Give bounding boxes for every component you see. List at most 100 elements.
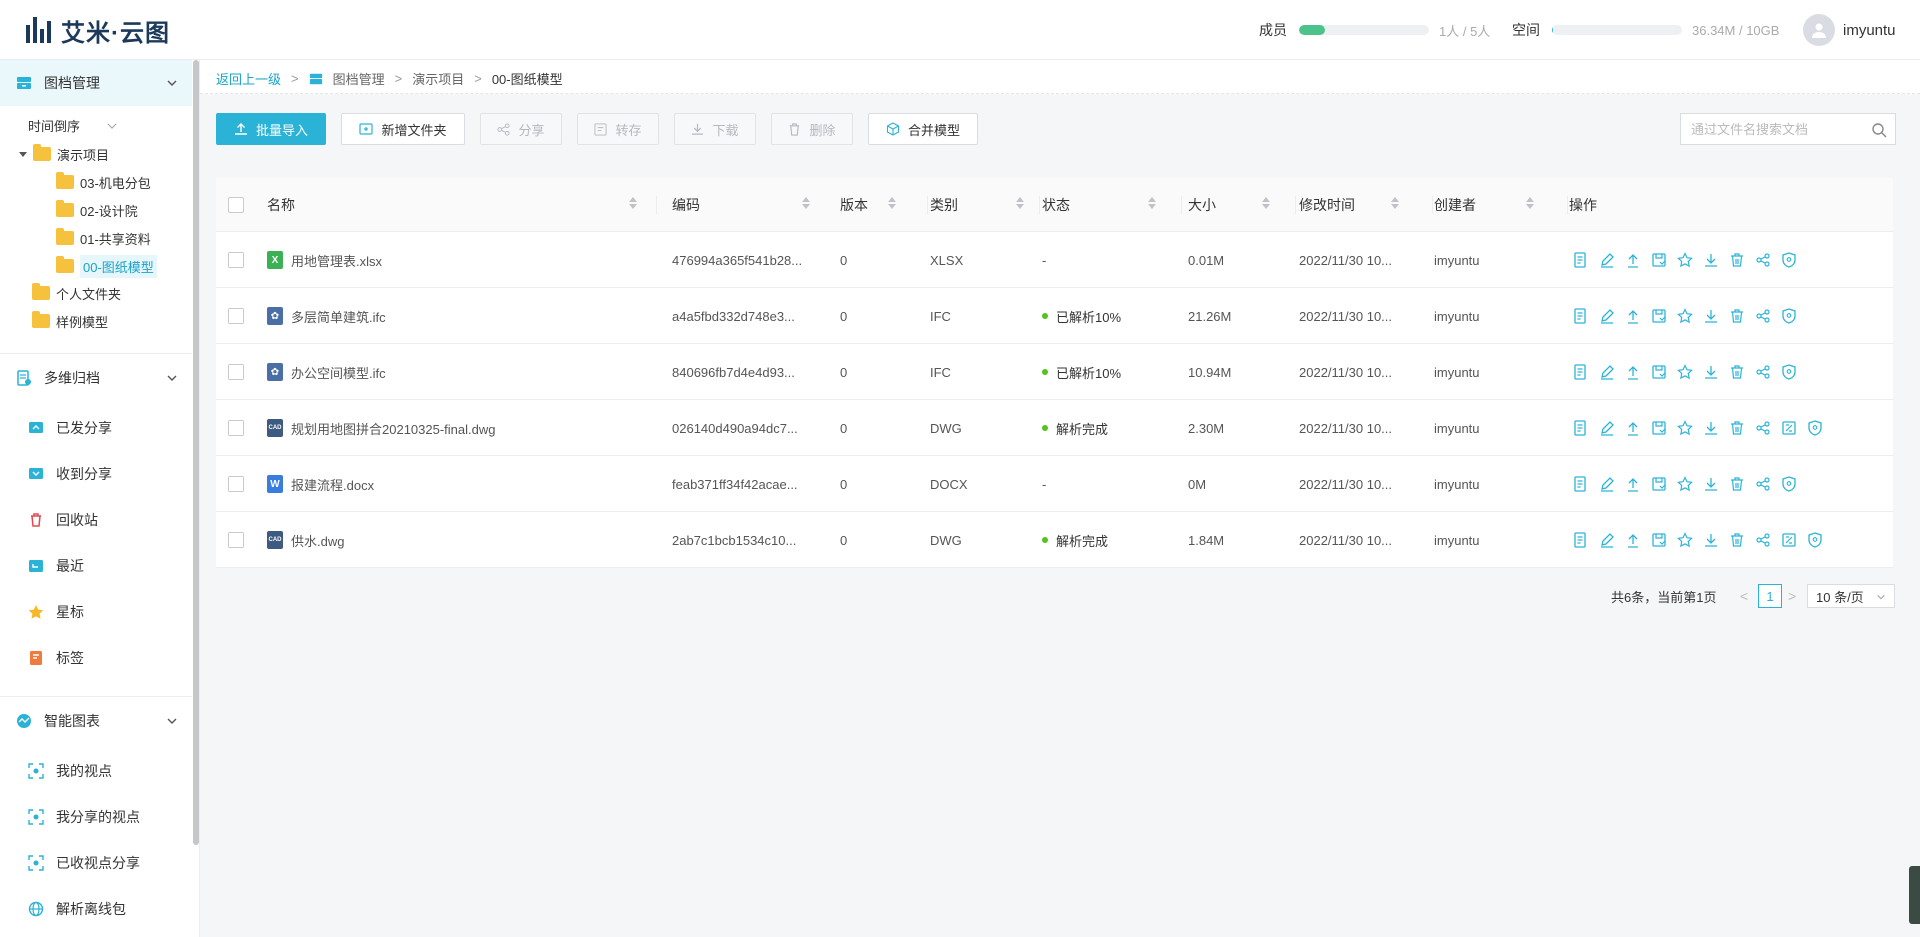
file-name-link[interactable]: 用地管理表.xlsx: [291, 251, 382, 270]
sort-icon[interactable]: [1391, 197, 1399, 209]
column-code[interactable]: 编码: [672, 178, 842, 232]
details-icon[interactable]: [1573, 532, 1589, 548]
trash-icon[interactable]: [1729, 252, 1745, 268]
table-row[interactable]: W 报建流程.docx feab371ff34f42acae... 0 DOCX - 0M 2…: [216, 456, 1893, 512]
table-row[interactable]: CAD 供水.dwg 2ab7c1bcb1534c10... 0 DWG 解析完成 1.84…: [216, 512, 1893, 568]
prev-page-button[interactable]: <: [1740, 584, 1748, 608]
download-button[interactable]: 下载: [674, 113, 756, 145]
shield-icon[interactable]: [1781, 252, 1797, 268]
floating-widget-handle[interactable]: [1909, 866, 1920, 924]
nav-item-received-shares[interactable]: 收到分享: [28, 462, 112, 486]
breadcrumb-item[interactable]: 图档管理: [333, 69, 385, 88]
sort-icon[interactable]: [1016, 197, 1024, 209]
download-icon[interactable]: [1703, 308, 1719, 324]
cell-name[interactable]: ✿ 多层简单建筑.ifc: [267, 288, 657, 344]
section-smart-charts[interactable]: 智能图表: [0, 698, 192, 744]
table-row[interactable]: X 用地管理表.xlsx 476994a365f541b28... 0 XLSX - 0.0…: [216, 232, 1893, 288]
cell-name[interactable]: W 报建流程.docx: [267, 456, 657, 512]
nav-item-offline-package[interactable]: 解析离线包: [28, 897, 126, 921]
row-checkbox[interactable]: [228, 532, 244, 548]
save-to-icon[interactable]: [1651, 476, 1667, 492]
caret-down-icon[interactable]: [19, 151, 27, 157]
star-outline-icon[interactable]: [1677, 308, 1693, 324]
column-size[interactable]: 大小: [1188, 178, 1296, 232]
tree-item-sample-models[interactable]: 样例模型: [32, 309, 108, 333]
download-icon[interactable]: [1703, 532, 1719, 548]
compare-icon[interactable]: [1781, 532, 1797, 548]
upload-version-icon[interactable]: [1625, 364, 1641, 380]
edit-icon[interactable]: [1599, 420, 1615, 436]
shield-icon[interactable]: [1781, 308, 1797, 324]
column-status[interactable]: 状态: [1042, 178, 1182, 232]
table-row[interactable]: ✿ 多层简单建筑.ifc a4a5fbd332d748e3... 0 IFC 已解析10%…: [216, 288, 1893, 344]
table-row[interactable]: CAD 规划用地图拼合20210325-final.dwg 026140d490a9…: [216, 400, 1893, 456]
sort-icon[interactable]: [888, 197, 896, 209]
download-icon[interactable]: [1703, 252, 1719, 268]
avatar[interactable]: [1803, 14, 1835, 46]
table-row[interactable]: ✿ 办公空间模型.ifc 840696fb7d4e4d93... 0 IFC 已解析10%…: [216, 344, 1893, 400]
share-icon[interactable]: [1755, 476, 1771, 492]
new-folder-button[interactable]: 新增文件夹: [341, 113, 465, 145]
share-icon[interactable]: [1755, 364, 1771, 380]
tree-item-folder[interactable]: 03-机电分包: [56, 170, 151, 194]
shield-icon[interactable]: [1807, 420, 1823, 436]
download-icon[interactable]: [1703, 420, 1719, 436]
sort-selector[interactable]: 时间倒序: [28, 116, 118, 135]
trash-icon[interactable]: [1729, 364, 1745, 380]
trash-icon[interactable]: [1729, 476, 1745, 492]
compare-icon[interactable]: [1781, 420, 1797, 436]
column-creator[interactable]: 创建者: [1434, 178, 1568, 232]
download-icon[interactable]: [1703, 364, 1719, 380]
file-name-link[interactable]: 规划用地图拼合20210325-final.dwg: [291, 419, 495, 438]
tree-item-demo-project[interactable]: 演示项目: [19, 142, 109, 166]
save-to-icon[interactable]: [1651, 532, 1667, 548]
section-doc-management[interactable]: 图档管理: [0, 60, 192, 106]
star-outline-icon[interactable]: [1677, 476, 1693, 492]
sort-icon[interactable]: [1148, 197, 1156, 209]
upload-version-icon[interactable]: [1625, 476, 1641, 492]
save-to-icon[interactable]: [1651, 420, 1667, 436]
file-name-link[interactable]: 多层简单建筑.ifc: [291, 307, 386, 326]
details-icon[interactable]: [1573, 308, 1589, 324]
cell-name[interactable]: CAD 规划用地图拼合20210325-final.dwg: [267, 400, 657, 456]
nav-item-recent[interactable]: 最近: [28, 554, 84, 578]
save-to-icon[interactable]: [1651, 252, 1667, 268]
section-multi-archive[interactable]: 多维归档: [0, 355, 192, 401]
logo[interactable]: 艾米·云图: [26, 14, 170, 47]
select-all-checkbox[interactable]: [228, 197, 244, 213]
upload-version-icon[interactable]: [1625, 308, 1641, 324]
column-name[interactable]: 名称: [267, 178, 657, 232]
cell-name[interactable]: ✿ 办公空间模型.ifc: [267, 344, 657, 400]
search-input[interactable]: [1691, 121, 1861, 137]
share-icon[interactable]: [1755, 532, 1771, 548]
row-checkbox[interactable]: [228, 420, 244, 436]
sort-icon[interactable]: [1262, 197, 1270, 209]
batch-import-button[interactable]: 批量导入: [216, 113, 326, 145]
user-menu[interactable]: imyuntu: [1803, 14, 1896, 46]
edit-icon[interactable]: [1599, 252, 1615, 268]
share-icon[interactable]: [1755, 420, 1771, 436]
column-type[interactable]: 类别: [930, 178, 1040, 232]
shield-icon[interactable]: [1807, 532, 1823, 548]
star-outline-icon[interactable]: [1677, 420, 1693, 436]
upload-version-icon[interactable]: [1625, 252, 1641, 268]
cell-name[interactable]: CAD 供水.dwg: [267, 512, 657, 568]
page-number-1[interactable]: 1: [1758, 584, 1782, 608]
trash-icon[interactable]: [1729, 532, 1745, 548]
nav-item-received-viewpoints[interactable]: 已收视点分享: [28, 851, 140, 875]
row-checkbox[interactable]: [228, 252, 244, 268]
file-search[interactable]: [1680, 113, 1896, 145]
nav-item-tags[interactable]: 标签: [28, 646, 84, 670]
details-icon[interactable]: [1573, 420, 1589, 436]
back-link[interactable]: 返回上一级: [216, 69, 281, 88]
details-icon[interactable]: [1573, 252, 1589, 268]
tree-item-folder[interactable]: 01-共享资料: [56, 226, 151, 250]
star-outline-icon[interactable]: [1677, 364, 1693, 380]
sort-icon[interactable]: [802, 197, 810, 209]
share-icon[interactable]: [1755, 308, 1771, 324]
star-outline-icon[interactable]: [1677, 532, 1693, 548]
column-modified[interactable]: 修改时间: [1299, 178, 1433, 232]
nav-item-shared-viewpoints[interactable]: 我分享的视点: [28, 805, 140, 829]
page-size-select[interactable]: 10 条/页: [1807, 584, 1895, 608]
file-name-link[interactable]: 办公空间模型.ifc: [291, 363, 386, 382]
